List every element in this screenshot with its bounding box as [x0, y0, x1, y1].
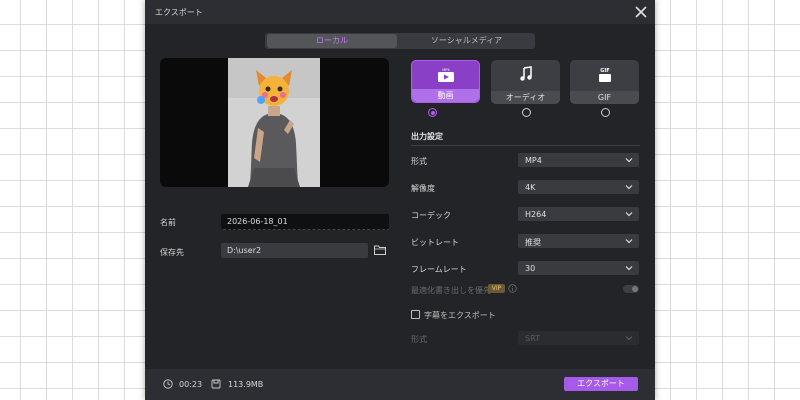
title-bar: エクスポート	[145, 0, 655, 24]
chevron-down-icon	[625, 185, 633, 190]
export-subtitles-checkbox[interactable]	[411, 310, 420, 319]
save-path-field[interactable]: D:\user2	[221, 243, 368, 258]
format-value: MP4	[525, 156, 542, 165]
format-label: 形式	[411, 157, 427, 166]
optimize-export-toggle[interactable]	[623, 285, 639, 293]
format-card-gif[interactable]: GIF GIF	[570, 60, 639, 104]
file-size-text: 113.9MB	[228, 380, 264, 389]
save-location-label: 保存先	[160, 248, 184, 257]
bitrate-select[interactable]: 推奨	[518, 234, 639, 248]
chevron-down-icon	[625, 336, 633, 341]
resolution-label: 解像度	[411, 184, 435, 193]
framerate-label: フレームレート	[411, 265, 467, 274]
svg-text:GIF: GIF	[600, 68, 609, 74]
export-tabs: ローカル ソーシャルメディア	[265, 33, 535, 49]
duration-text: 00:23	[179, 380, 203, 389]
format-select[interactable]: MP4	[518, 153, 639, 167]
chevron-down-icon	[625, 212, 633, 217]
chevron-down-icon	[625, 266, 633, 271]
dialog-title: エクスポート	[155, 8, 203, 17]
subtitle-format-value: SRT	[525, 334, 540, 343]
resolution-value: 4K	[525, 183, 536, 192]
framerate-select[interactable]: 30	[518, 261, 639, 275]
format-video-label: 動画	[412, 89, 479, 102]
video-icon: MP4	[437, 68, 454, 82]
music-note-icon	[519, 66, 532, 81]
folder-icon[interactable]	[374, 245, 386, 255]
chevron-down-icon	[625, 239, 633, 244]
video-preview	[160, 58, 389, 187]
framerate-value: 30	[525, 264, 536, 273]
section-divider	[411, 145, 640, 146]
format-audio-label: オーディオ	[491, 91, 560, 104]
file-name-input[interactable]: 2026-06-18_01	[221, 214, 389, 230]
svg-text:MP4: MP4	[442, 68, 450, 72]
radio-video[interactable]	[428, 108, 437, 117]
subtitle-format-label: 形式	[411, 335, 427, 344]
preview-thumbnail	[228, 58, 320, 187]
tab-local[interactable]: ローカル	[267, 34, 397, 48]
gif-icon: GIF	[598, 68, 611, 82]
dialog-footer: 00:23 113.9MB エクスポート	[145, 369, 655, 400]
name-label: 名前	[160, 218, 176, 227]
tab-social-media[interactable]: ソーシャルメディア	[400, 33, 533, 49]
output-settings-title: 出力設定	[411, 132, 443, 141]
bitrate-label: ビットレート	[411, 238, 459, 247]
format-card-audio[interactable]: オーディオ	[491, 60, 560, 104]
codec-select[interactable]: H264	[518, 207, 639, 221]
file-size-icon	[211, 379, 221, 389]
bitrate-value: 推奨	[525, 238, 541, 247]
info-icon[interactable]	[508, 284, 517, 293]
save-path-value: D:\user2	[227, 246, 262, 255]
vip-badge: VIP	[488, 284, 505, 293]
file-name-value: 2026-06-18_01	[227, 217, 288, 226]
export-dialog: エクスポート ローカル ソーシャルメディア 名前 2026-06-18_01 保…	[145, 0, 655, 400]
clock-icon	[163, 379, 173, 389]
chevron-down-icon	[625, 158, 633, 163]
codec-value: H264	[525, 210, 547, 219]
codec-label: コーデック	[411, 211, 451, 220]
resolution-select[interactable]: 4K	[518, 180, 639, 194]
export-button[interactable]: エクスポート	[564, 377, 638, 391]
radio-audio[interactable]	[522, 108, 531, 117]
radio-gif[interactable]	[601, 108, 610, 117]
close-icon[interactable]	[633, 4, 649, 20]
format-card-video[interactable]: MP4 動画	[411, 60, 480, 103]
optimize-export-label: 最適化書き出しを優先	[411, 286, 491, 295]
format-gif-label: GIF	[570, 91, 639, 104]
subtitle-format-select[interactable]: SRT	[518, 331, 639, 345]
export-subtitles-label: 字幕をエクスポート	[424, 311, 496, 320]
